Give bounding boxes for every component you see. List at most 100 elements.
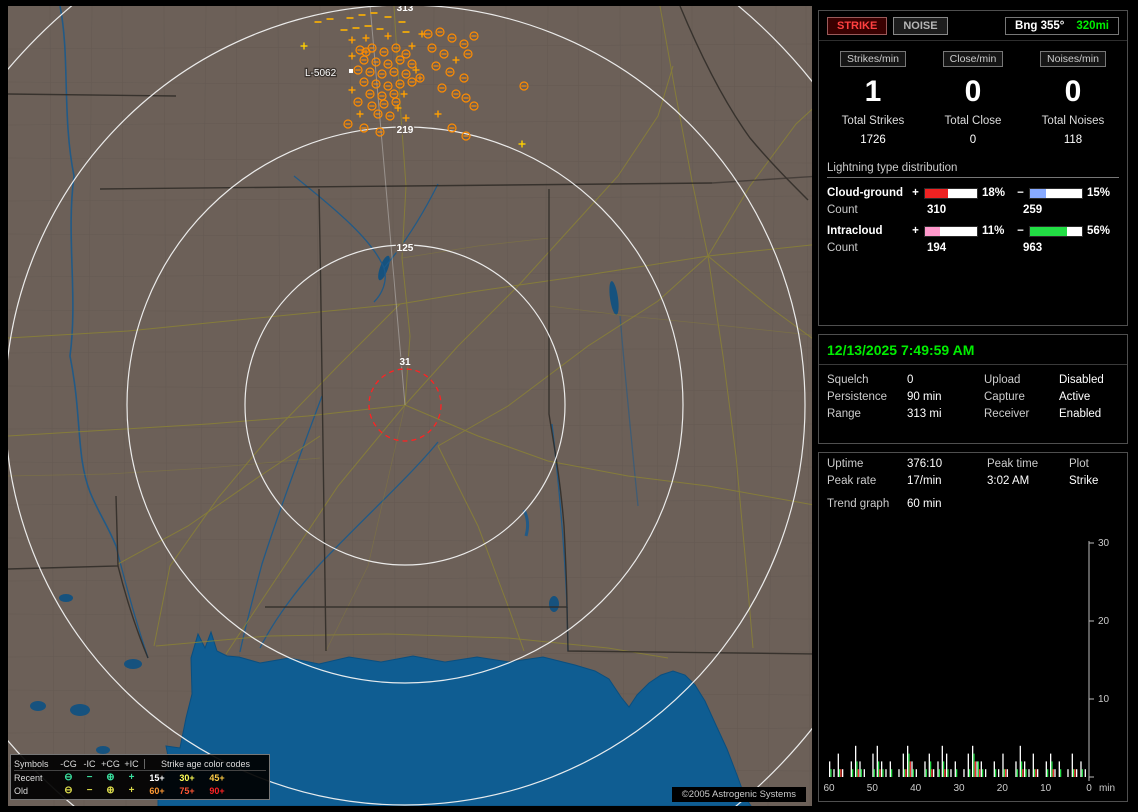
svg-text:10: 10	[1098, 694, 1110, 705]
squelch-label: Squelch	[827, 374, 869, 386]
peak-time-value: 3:02 AM	[987, 475, 1030, 487]
receiver-label: Receiver	[984, 408, 1030, 420]
legend-symbol: ⊖	[64, 785, 73, 796]
count-label: Count	[827, 242, 858, 254]
legend-age-code: 30+	[179, 772, 195, 783]
rate-columns: Strikes/min 1 Total Strikes 1726 Close/m…	[819, 41, 1127, 146]
ic-negative-count: 963	[1023, 242, 1043, 254]
plot-value: Strike	[1069, 475, 1099, 487]
copyright-label: ©2005 Astrogenic Systems	[671, 787, 806, 802]
noises-per-min-value: 0	[1064, 75, 1082, 108]
legend-row-label: Old	[14, 785, 29, 796]
divider	[819, 364, 1127, 365]
datetime-display: 12/13/2025 7:49:59 AM	[827, 342, 975, 358]
info-row-1: Uptime 376:10 Peak time Plot	[819, 453, 1127, 470]
trend-box: Uptime 376:10 Peak time Plot Peak rate 1…	[818, 452, 1128, 802]
legend-row-label: Recent	[14, 772, 43, 783]
receiver-value: Enabled	[1059, 408, 1102, 420]
total-noises-label: Total Noises	[1041, 115, 1105, 127]
cg-positive-count: 310	[927, 204, 947, 216]
noises-per-min-header: Noises/min	[1040, 51, 1106, 67]
peak-rate-label: Peak rate	[827, 475, 877, 487]
legend-age-code: 15+	[149, 772, 165, 783]
ic-positive-count: 194	[927, 242, 947, 254]
ic-positive-pct: 11%	[982, 225, 1005, 237]
close-per-min-column: Close/min 0 Total Close 0	[923, 51, 1023, 146]
squelch-value: 0	[907, 374, 914, 386]
svg-text:313: 313	[397, 6, 414, 14]
legend-symbol: +	[128, 772, 135, 783]
svg-text:10: 10	[1040, 783, 1052, 794]
cg-negative-count: 259	[1023, 204, 1043, 216]
strike-button[interactable]: STRIKE	[827, 17, 888, 35]
system-status-box: 12/13/2025 7:49:59 AM Squelch 0 Upload D…	[818, 334, 1128, 444]
total-noises-value: 118	[1063, 134, 1083, 146]
ic-negative-bar	[1029, 225, 1083, 237]
plus-sign: +	[912, 187, 919, 199]
svg-text:50: 50	[867, 783, 879, 794]
status-panel: STRIKE NOISE Bng 355° 320mi Strikes/min …	[818, 0, 1130, 812]
legend-age-code: 45+	[209, 772, 225, 783]
bearing-range: 320mi	[1076, 20, 1109, 32]
svg-text:31: 31	[399, 357, 411, 368]
svg-text:0: 0	[1086, 783, 1092, 794]
intracloud-count-row: Count 194 963	[819, 237, 1127, 254]
info-row-2: Peak rate 17/min 3:02 AM Strike	[819, 470, 1127, 487]
legend-symbol: ⊖	[64, 772, 73, 783]
legend-symbol: ⊕	[106, 785, 115, 796]
cloud-ground-label: Cloud-ground	[827, 187, 904, 199]
intracloud-row: Intracloud + 11% − 56%	[819, 216, 1127, 237]
minus-sign: −	[1017, 187, 1024, 199]
plus-sign: +	[912, 225, 919, 237]
total-strikes-value: 1726	[860, 134, 886, 146]
svg-text:min: min	[1099, 783, 1115, 794]
range-label: Range	[827, 408, 861, 420]
strikes-per-min-value: 1	[864, 75, 882, 108]
svg-text:20: 20	[1098, 616, 1110, 627]
trend-graph-label: Trend graph	[827, 498, 890, 510]
svg-text:219: 219	[397, 125, 414, 136]
legend-age-title: Strike age color codes	[144, 758, 266, 769]
noises-per-min-column: Noises/min 0 Total Noises 118	[1023, 51, 1123, 146]
bearing-display: Bng 355° 320mi	[1005, 17, 1119, 35]
minus-sign: −	[1017, 225, 1024, 237]
svg-text:30: 30	[953, 783, 965, 794]
trend-graph-value: 60 min	[907, 498, 942, 510]
mode-toolbar: STRIKE NOISE Bng 355° 320mi	[819, 11, 1127, 41]
legend-col-ncg: -CG	[60, 758, 77, 769]
cg-positive-bar	[924, 187, 978, 199]
status-row-range: Range 313 mi Receiver Enabled	[819, 403, 1127, 420]
persistence-label: Persistence	[827, 391, 888, 403]
svg-text:L-5062: L-5062	[305, 68, 337, 79]
close-per-min-value: 0	[964, 75, 982, 108]
cloud-ground-count-row: Count 310 259	[819, 199, 1127, 216]
legend-symbol: −	[86, 785, 93, 796]
legend-symbols-title: Symbols	[14, 758, 49, 769]
capture-value: Active	[1059, 391, 1091, 403]
status-row-persistence: Persistence 90 min Capture Active	[819, 386, 1127, 403]
legend-col-pic: +IC	[124, 758, 139, 769]
upload-value: Disabled	[1059, 374, 1104, 386]
cloud-ground-row: Cloud-ground + 18% − 15%	[819, 178, 1127, 199]
legend-age-code: 75+	[179, 785, 195, 796]
total-strikes-label: Total Strikes	[841, 115, 905, 127]
legend-age-code: 60+	[149, 785, 165, 796]
upload-label: Upload	[984, 374, 1021, 386]
total-close-label: Total Close	[944, 115, 1002, 127]
legend-age-code: 90+	[209, 785, 225, 796]
cg-negative-pct: 15%	[1087, 187, 1111, 199]
lightning-map[interactable]: 125 219 313 31 L-5062 Symbols -CG -IC +CG +I…	[8, 6, 812, 806]
persistence-value: 90 min	[907, 391, 942, 403]
noise-button[interactable]: NOISE	[893, 17, 948, 35]
distribution-title: Lightning type distribution	[827, 162, 1119, 178]
peak-rate-value: 17/min	[907, 475, 942, 487]
svg-text:125: 125	[397, 243, 414, 254]
peak-time-label: Peak time	[987, 458, 1039, 470]
plot-label: Plot	[1069, 458, 1089, 470]
legend-col-pcg: +CG	[101, 758, 120, 769]
info-row-3: Trend graph 60 min	[819, 493, 1127, 510]
svg-text:40: 40	[910, 783, 922, 794]
cg-negative-bar	[1029, 187, 1083, 199]
bearing-label: Bng 355°	[1015, 20, 1065, 32]
map-canvas[interactable]: 125 219 313 31 L-5062	[8, 6, 812, 806]
